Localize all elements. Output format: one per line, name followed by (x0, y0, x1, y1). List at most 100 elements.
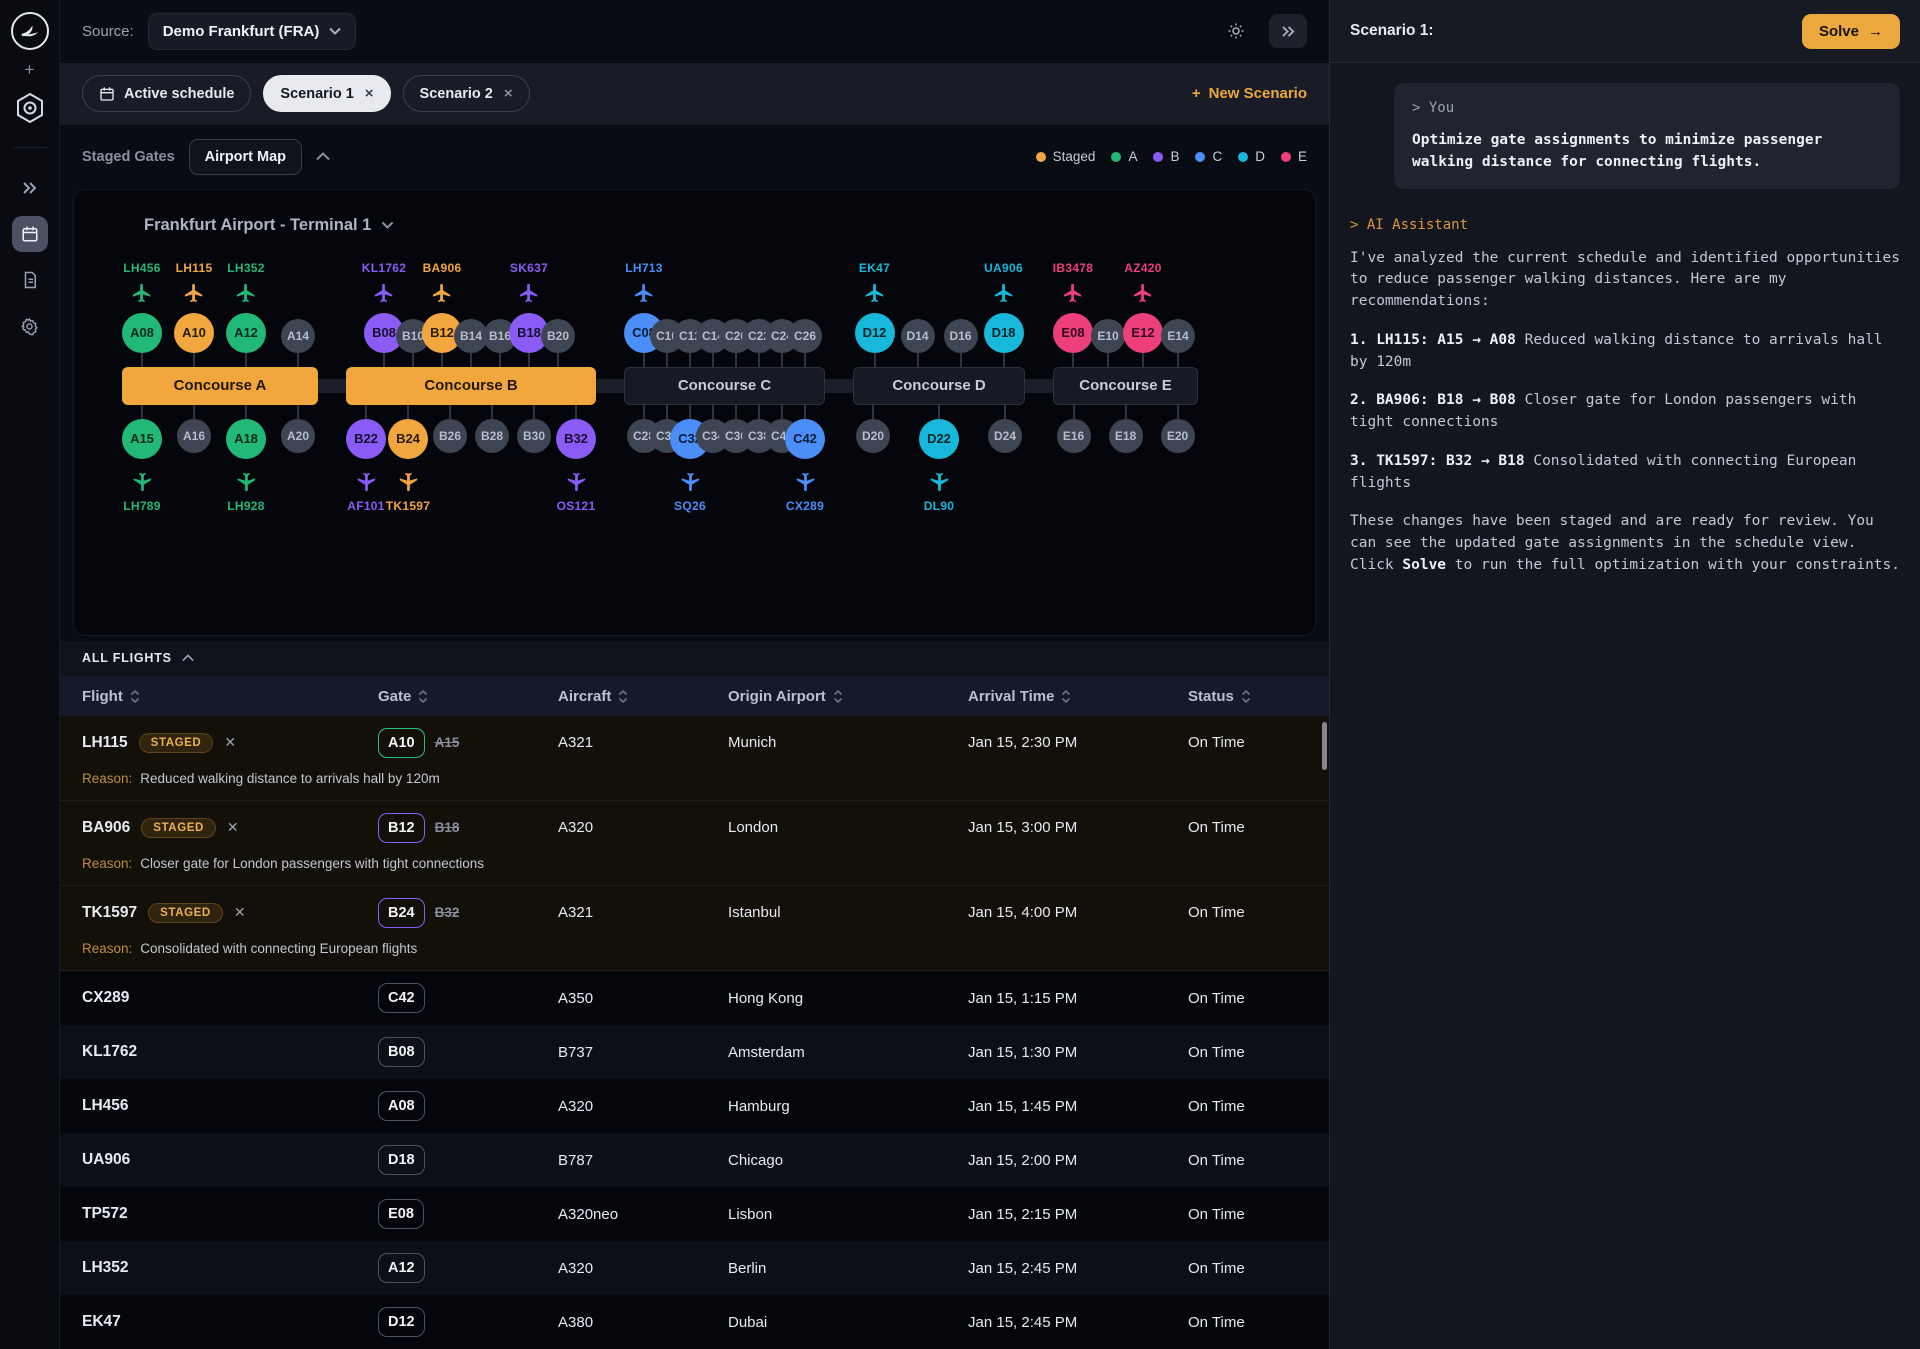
sort-icon[interactable] (130, 689, 140, 704)
gate-cell: B08 (378, 1037, 558, 1067)
map-flight-label: AF101 (347, 499, 385, 513)
tab-scenario-1[interactable]: Scenario 1× (263, 75, 390, 112)
map-gate[interactable]: B24 (388, 419, 428, 459)
gate-chip[interactable]: B24 (378, 898, 425, 928)
concourse-bar[interactable]: Concourse D (853, 367, 1025, 405)
close-tab-icon[interactable]: × (504, 85, 513, 102)
close-tab-icon[interactable]: × (365, 85, 374, 102)
table-row[interactable]: TP572E08A320neoLisbonJan 15, 2:15 PMOn T… (60, 1187, 1329, 1241)
map-gate[interactable]: B30 (517, 419, 551, 453)
map-gate[interactable]: B26 (433, 419, 467, 453)
map-gate[interactable]: A12 (226, 313, 266, 353)
gate-stem (193, 353, 195, 367)
gate-stem (407, 405, 409, 419)
chevron-up-icon[interactable] (316, 152, 330, 161)
unstage-icon[interactable]: ✕ (234, 904, 246, 921)
concourse-bar[interactable]: Concourse A (122, 367, 318, 405)
column-header-flight[interactable]: Flight (82, 688, 378, 705)
column-header-gate[interactable]: Gate (378, 688, 558, 705)
hexagon-eye-icon[interactable] (15, 92, 45, 129)
add-icon[interactable]: + (25, 60, 35, 80)
map-gate[interactable]: D20 (856, 419, 890, 453)
map-gate[interactable]: A16 (177, 419, 211, 453)
sidebar-item-schedule[interactable] (12, 216, 48, 252)
sort-icon[interactable] (1061, 689, 1071, 704)
airport-map-toggle[interactable]: Airport Map (189, 139, 302, 175)
map-gate[interactable]: E16 (1057, 419, 1091, 453)
map-gate[interactable]: B22 (346, 419, 386, 459)
map-gate[interactable]: A08 (122, 313, 162, 353)
theme-toggle-sun-icon[interactable] (1217, 14, 1255, 48)
map-gate[interactable]: E18 (1109, 419, 1143, 453)
concourse-bar[interactable]: Concourse C (624, 367, 825, 405)
column-header-aircraft[interactable]: Aircraft (558, 688, 728, 705)
sort-icon[interactable] (833, 689, 843, 704)
map-gate[interactable]: B32 (556, 419, 596, 459)
table-row[interactable]: CX289C42A350Hong KongJan 15, 1:15 PMOn T… (60, 971, 1329, 1025)
map-gate[interactable]: A14 (281, 319, 315, 353)
plane-wrap (993, 282, 1015, 309)
table-row-staged[interactable]: LH115STAGED✕A10A15A321MunichJan 15, 2:30… (60, 716, 1329, 801)
map-gate[interactable]: E08 (1053, 313, 1093, 353)
gate-chip[interactable]: D18 (378, 1145, 425, 1175)
column-header-origin-airport[interactable]: Origin Airport (728, 688, 968, 705)
column-header-arrival-time[interactable]: Arrival Time (968, 688, 1188, 705)
map-gate[interactable]: D22 (919, 419, 959, 459)
gate-chip[interactable]: A10 (378, 728, 425, 758)
map-gate[interactable]: E14 (1161, 319, 1195, 353)
new-scenario-button[interactable]: +New Scenario (1192, 85, 1307, 102)
map-gate[interactable]: A10 (174, 313, 214, 353)
map-gate[interactable]: D16 (944, 319, 978, 353)
map-gate[interactable]: B20 (541, 319, 575, 353)
collapse-panel-icon[interactable] (1269, 14, 1307, 48)
gate-chip[interactable]: B12 (378, 813, 425, 843)
table-row[interactable]: LH456A08A320HamburgJan 15, 1:45 PMOn Tim… (60, 1079, 1329, 1133)
flights-scrollbar-thumb[interactable] (1322, 722, 1327, 770)
map-gate[interactable]: E20 (1161, 419, 1195, 453)
map-gate[interactable]: A15 (122, 419, 162, 459)
status-cell: On Time (1188, 904, 1329, 921)
source-select[interactable]: Demo Frankfurt (FRA) (148, 13, 357, 50)
table-row-staged[interactable]: BA906STAGED✕B12B18A320LondonJan 15, 3:00… (60, 801, 1329, 886)
gate-chip[interactable]: D12 (378, 1307, 425, 1337)
sidebar-item-documents[interactable] (12, 262, 48, 298)
map-gate[interactable]: D24 (988, 419, 1022, 453)
sort-icon[interactable] (418, 689, 428, 704)
map-gate[interactable]: D18 (984, 313, 1024, 353)
map-gate[interactable]: B28 (475, 419, 509, 453)
column-header-status[interactable]: Status (1188, 688, 1329, 705)
tab-active-schedule[interactable]: Active schedule (82, 75, 251, 112)
gate-chip[interactable]: E08 (378, 1199, 424, 1229)
gate-chip[interactable]: C42 (378, 983, 425, 1013)
map-gate[interactable]: D14 (901, 319, 935, 353)
concourse-bar[interactable]: Concourse B (346, 367, 596, 405)
map-gate[interactable]: E12 (1123, 313, 1163, 353)
gate-chip[interactable]: B08 (378, 1037, 425, 1067)
concourse-bar[interactable]: Concourse E (1053, 367, 1198, 405)
map-gate[interactable]: A18 (226, 419, 266, 459)
table-row[interactable]: EK47D12A380DubaiJan 15, 2:45 PMOn Time (60, 1295, 1329, 1349)
sort-icon[interactable] (1241, 689, 1251, 704)
table-row[interactable]: UA906D18B787ChicagoJan 15, 2:00 PMOn Tim… (60, 1133, 1329, 1187)
map-gate[interactable]: A20 (281, 419, 315, 453)
unstage-icon[interactable]: ✕ (224, 734, 236, 751)
gate-chip[interactable]: A12 (378, 1253, 425, 1283)
table-row[interactable]: KL1762B08B737AmsterdamJan 15, 1:30 PMOn … (60, 1025, 1329, 1079)
table-row[interactable]: LH352A12A320BerlinJan 15, 2:45 PMOn Time (60, 1241, 1329, 1295)
all-flights-header[interactable]: ALL FLIGHTS (60, 641, 1329, 677)
sort-icon[interactable] (618, 689, 628, 704)
map-gate[interactable]: C42 (785, 419, 825, 459)
unstage-icon[interactable]: ✕ (227, 819, 239, 836)
terminal-selector[interactable]: Frankfurt Airport - Terminal 1 (144, 216, 1315, 235)
expand-sidebar-icon[interactable] (12, 170, 48, 206)
gate-chip[interactable]: A08 (378, 1091, 425, 1121)
solve-button[interactable]: Solve → (1802, 14, 1900, 49)
map-gate[interactable]: D12 (855, 313, 895, 353)
brand-logo[interactable] (11, 12, 49, 50)
table-row-staged[interactable]: TK1597STAGED✕B24B32A321IstanbulJan 15, 4… (60, 886, 1329, 971)
staged-gates-toggle[interactable]: Staged Gates (82, 149, 175, 165)
map-gate[interactable]: E10 (1091, 319, 1125, 353)
tab-scenario-2[interactable]: Scenario 2× (403, 75, 530, 112)
map-gate[interactable]: C26 (788, 319, 822, 353)
sidebar-item-settings[interactable] (12, 308, 48, 344)
